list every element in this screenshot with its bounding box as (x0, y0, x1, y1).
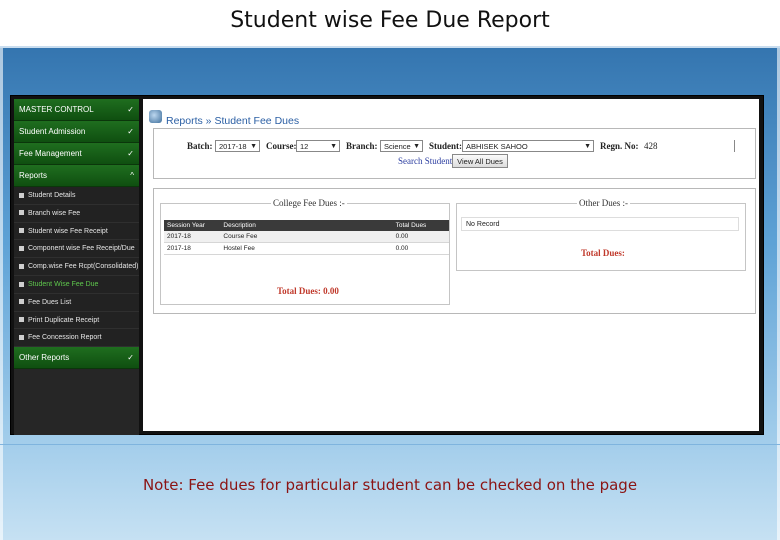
table-row: 2017-18 Course Fee 0.00 (164, 231, 449, 243)
sidebar-subitem-label: Student Details (28, 192, 76, 199)
dropdown-arrow-icon: ▼ (584, 143, 591, 150)
dropdown-arrow-icon: ▼ (250, 143, 257, 150)
sidebar-item-fee-management[interactable]: Fee Management ✓ (14, 143, 139, 165)
branch-select[interactable]: Science ▼ (380, 140, 423, 152)
app-screenshot: MASTER CONTROL ✓ Student Admission ✓ Fee… (10, 95, 764, 436)
table-cell: 2017-18 (164, 242, 221, 255)
table-cell: 0.00 (392, 242, 449, 255)
column-header: Description (220, 220, 393, 231)
sidebar-subitem-label: Print Duplicate Receipt (28, 316, 100, 324)
sidebar-subitem-label: Fee Dues List (28, 298, 72, 306)
regn-no-label: Regn. No: (600, 141, 639, 151)
column-header: Session Year (164, 220, 221, 231)
divider (734, 140, 735, 152)
regn-no-value: 428 (644, 141, 658, 151)
table-cell: 2017-18 (164, 231, 221, 243)
slide-title: Student wise Fee Due Report (230, 8, 550, 33)
table-cell: Course Fee (220, 231, 393, 243)
no-record-message: No Record (461, 217, 739, 231)
bullet-icon (19, 228, 24, 234)
sidebar-subitem-student-wise-fee-due[interactable]: Student Wise Fee Due (14, 275, 139, 294)
bullet-icon (19, 317, 24, 323)
sidebar-subitem-fee-dues-list[interactable]: Fee Dues List (14, 293, 139, 312)
sidebar-subitem-label: Student Wise Fee Due (28, 280, 99, 288)
main-content: Reports » Student Fee Dues Batch: 2017-1… (143, 99, 759, 431)
sidebar-subitem-component-wise-fee[interactable]: Component wise Fee Receipt/Due (14, 240, 139, 259)
sidebar-subitem-student-details[interactable]: Student Details (14, 187, 139, 205)
search-student-link[interactable]: Search Student (398, 156, 452, 166)
sidebar-item-label: Fee Management (19, 149, 82, 158)
reports-icon (149, 110, 162, 123)
bullet-icon (19, 335, 24, 341)
sidebar-subitem-label: Fee Concession Report (28, 334, 102, 342)
bullet-icon (19, 281, 24, 287)
sidebar-item-label: Student Admission (19, 127, 86, 136)
chevron-down-icon: ✓ (127, 127, 134, 136)
branch-label: Branch: (346, 141, 378, 151)
chevron-up-icon: ^ (130, 171, 134, 180)
chevron-down-icon: ✓ (127, 149, 134, 158)
sidebar-item-student-admission[interactable]: Student Admission ✓ (14, 121, 139, 143)
sidebar: MASTER CONTROL ✓ Student Admission ✓ Fee… (14, 99, 139, 436)
batch-select[interactable]: 2017-18 ▼ (215, 140, 260, 152)
bullet-icon (19, 299, 24, 305)
dropdown-arrow-icon: ▼ (330, 143, 337, 150)
college-fee-dues-fieldset: College Fee Dues :- Session Year Descrip… (160, 198, 450, 305)
left-border (0, 48, 3, 540)
footer-divider (0, 444, 780, 445)
sidebar-subitem-label: Student wise Fee Receipt (28, 227, 108, 235)
bullet-icon (19, 263, 24, 269)
sidebar-subitem-print-duplicate-receipt[interactable]: Print Duplicate Receipt (14, 311, 139, 330)
breadcrumb: Reports » Student Fee Dues (166, 115, 300, 127)
student-select-value: ABHISEK SAHOO (466, 142, 528, 151)
sidebar-subitem-label: Component wise Fee Receipt/Due (28, 245, 135, 253)
branch-select-value: Science (384, 142, 411, 151)
dues-panel: College Fee Dues :- Session Year Descrip… (153, 188, 756, 314)
student-select[interactable]: ABHISEK SAHOO ▼ (462, 140, 594, 152)
college-fee-table: Session Year Description Total Dues 2017… (164, 220, 449, 255)
bullet-icon (19, 210, 24, 216)
college-total-dues: Total Dues: 0.00 (277, 286, 339, 296)
course-select-value: 12 (300, 142, 309, 151)
table-header-row: Session Year Description Total Dues (164, 220, 449, 231)
sidebar-item-label: MASTER CONTROL (19, 105, 94, 114)
sidebar-subitem-comp-wise-consolidated[interactable]: Comp.wise Fee Rcpt(Consolidated) (14, 258, 139, 276)
other-dues-legend: Other Dues :- (577, 198, 630, 208)
batch-label: Batch: (187, 141, 213, 151)
course-select[interactable]: 12 ▼ (296, 140, 340, 152)
slide-note: Note: Fee dues for particular student ca… (142, 476, 638, 494)
bullet-icon (19, 192, 24, 198)
sidebar-empty-area (14, 369, 139, 436)
column-header: Total Dues (392, 220, 449, 231)
sidebar-item-label: Reports (19, 171, 48, 180)
sidebar-item-label: Other Reports (19, 353, 70, 363)
batch-select-value: 2017-18 (219, 142, 247, 151)
sidebar-subitem-label: Branch wise Fee (28, 209, 81, 217)
table-cell: 0.00 (392, 231, 449, 243)
sidebar-item-other-reports[interactable]: Other Reports ✓ (14, 347, 139, 370)
other-dues-fieldset: Other Dues :- No Record Total Dues: (456, 198, 746, 271)
sidebar-subitem-fee-concession-report[interactable]: Fee Concession Report (14, 329, 139, 348)
table-cell: Hostel Fee (220, 242, 393, 255)
sidebar-item-master-control[interactable]: MASTER CONTROL ✓ (14, 99, 139, 121)
college-fee-dues-legend: College Fee Dues :- (271, 198, 347, 208)
chevron-down-icon: ✓ (127, 353, 134, 363)
student-label: Student: (429, 141, 463, 151)
other-total-dues: Total Dues: (581, 248, 625, 258)
dropdown-arrow-icon: ▼ (413, 143, 420, 150)
view-all-dues-button[interactable]: View All Dues (452, 154, 508, 168)
sidebar-subitem-label: Comp.wise Fee Rcpt(Consolidated) (28, 263, 139, 271)
chevron-down-icon: ✓ (127, 105, 134, 114)
course-label: Course: (266, 141, 297, 151)
sidebar-item-reports[interactable]: Reports ^ (14, 165, 139, 187)
bullet-icon (19, 246, 24, 252)
sidebar-subitem-branch-wise-fee[interactable]: Branch wise Fee (14, 204, 139, 223)
sidebar-subitem-student-wise-fee-receipt[interactable]: Student wise Fee Receipt (14, 222, 139, 241)
filter-panel: Batch: 2017-18 ▼ Course: 12 ▼ Branch: Scie… (153, 128, 756, 179)
table-row: 2017-18 Hostel Fee 0.00 (164, 242, 449, 255)
